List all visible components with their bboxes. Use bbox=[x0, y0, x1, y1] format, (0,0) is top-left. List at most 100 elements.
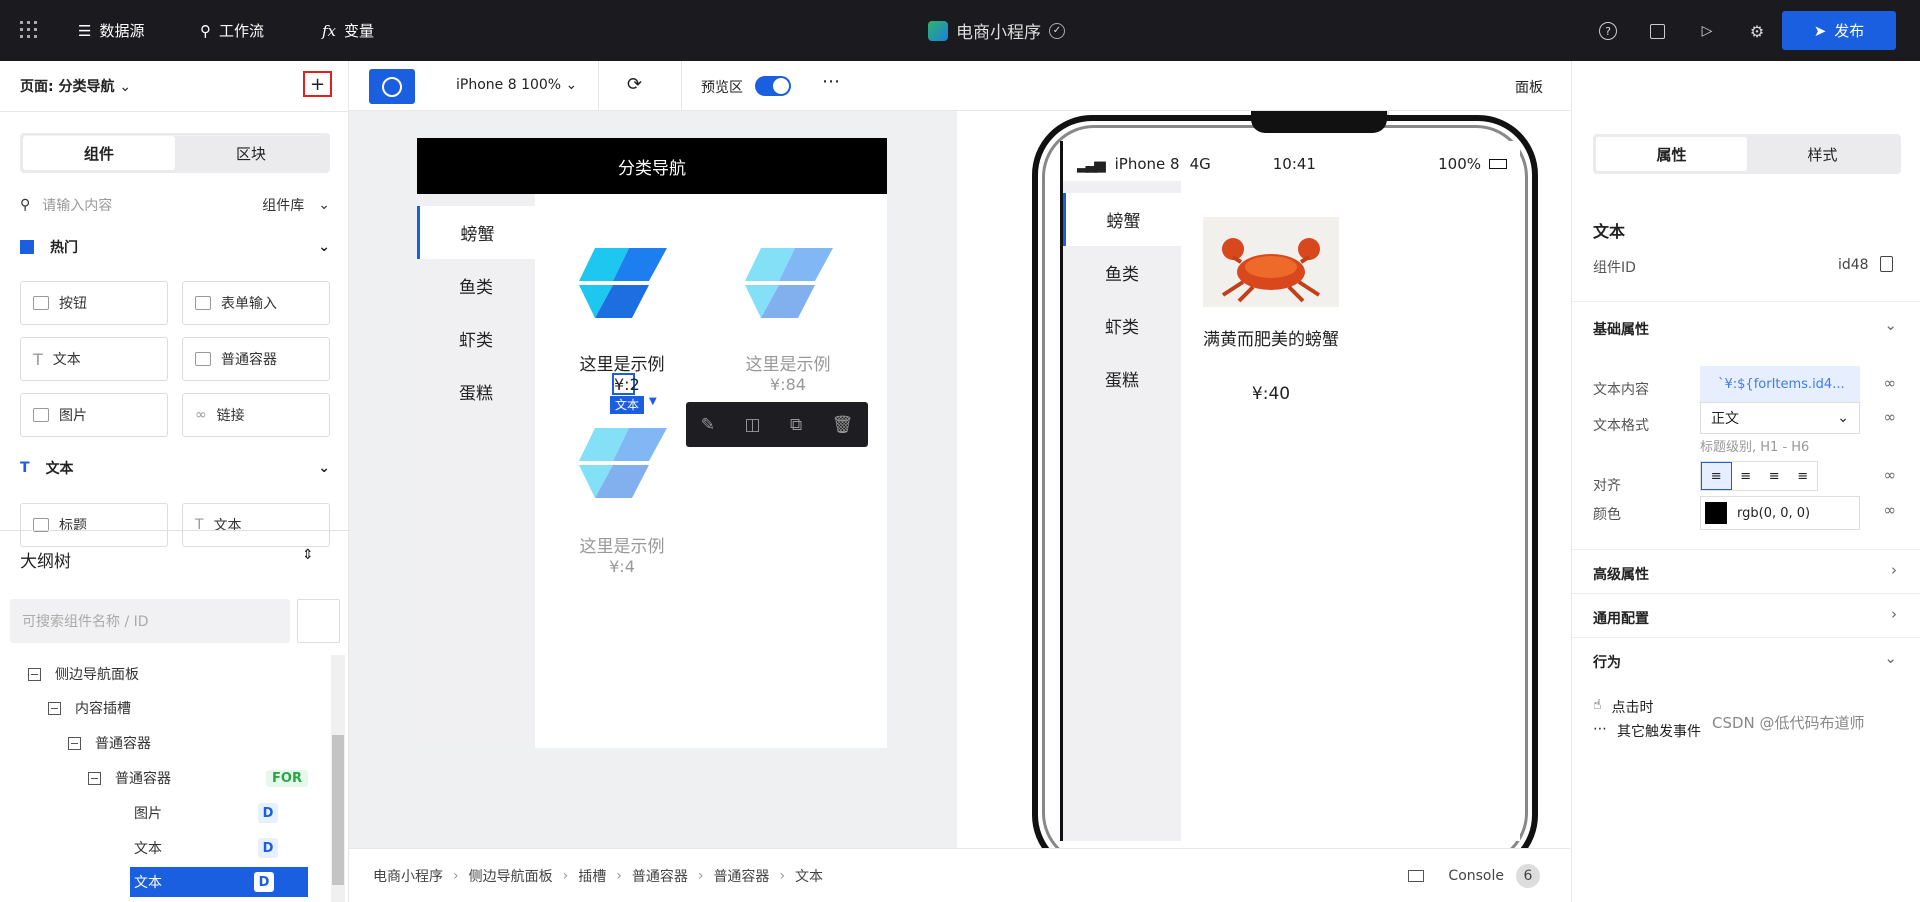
tree-row[interactable]: 内容插槽 bbox=[48, 693, 131, 723]
tree-row[interactable]: 普通容器 FOR bbox=[88, 763, 308, 793]
tree-row[interactable]: 侧边导航面板 bbox=[28, 659, 139, 689]
play-icon[interactable]: ▷ bbox=[1694, 18, 1720, 44]
component-search[interactable]: ⚲ 请输入内容 组件库 ⌄ bbox=[20, 193, 330, 217]
save-icon[interactable]: ◫ bbox=[744, 415, 760, 435]
component-text-2[interactable]: T 文本 bbox=[182, 503, 330, 547]
workflow-icon: ⚲ bbox=[200, 21, 211, 40]
bind-link-icon[interactable]: ∞ bbox=[1884, 501, 1897, 519]
bind-link-icon[interactable]: ∞ bbox=[1884, 374, 1897, 392]
other-events[interactable]: ⋯ 其它触发事件 bbox=[1593, 721, 1701, 741]
basic-props-header[interactable]: 基础属性 ⌄ bbox=[1572, 301, 1920, 351]
component-container[interactable]: 普通容器 bbox=[182, 337, 330, 381]
add-page-button[interactable]: + bbox=[303, 71, 332, 97]
category-item[interactable]: 蛋糕 bbox=[417, 365, 535, 418]
category-item[interactable]: 鱼类 bbox=[417, 259, 535, 312]
component-link[interactable]: ∞ 链接 bbox=[182, 393, 330, 437]
chevron-right-icon: › bbox=[1891, 605, 1897, 623]
expand-collapse-icon[interactable]: ⇕ bbox=[302, 547, 314, 563]
tab-properties[interactable]: 属性 bbox=[1596, 137, 1747, 171]
dynamic-badge: D bbox=[254, 872, 274, 892]
chevron-down-icon: ⌄ bbox=[318, 197, 330, 213]
selection-tag[interactable]: 文本 bbox=[610, 396, 644, 414]
device-selector[interactable]: iPhone 8 100% ⌄ bbox=[456, 77, 577, 93]
align-center-icon[interactable]: ≡ bbox=[1732, 462, 1761, 490]
chevron-down-icon[interactable]: ▼ bbox=[649, 396, 657, 407]
help-icon[interactable]: ? bbox=[1595, 18, 1621, 44]
network-text: 4G bbox=[1189, 155, 1211, 173]
app-title-text: 电商小程序 bbox=[956, 23, 1041, 43]
page-selector[interactable]: 页面: 分类导航 ⌄ bbox=[20, 76, 131, 96]
save-icon[interactable] bbox=[1644, 18, 1670, 44]
color-picker[interactable]: rgb(0, 0, 0) bbox=[1700, 496, 1860, 530]
phone-category-item[interactable]: 虾类 bbox=[1063, 299, 1181, 352]
color-value: rgb(0, 0, 0) bbox=[1737, 505, 1811, 521]
component-image[interactable]: 图片 bbox=[20, 393, 168, 437]
search-input[interactable]: 请输入内容 bbox=[42, 195, 262, 215]
product-title: 这里是示例 bbox=[579, 537, 665, 557]
component-button[interactable]: 按钮 bbox=[20, 281, 168, 325]
breadcrumb-item[interactable]: 侧边导航面板 bbox=[469, 866, 553, 886]
miniprogram-button[interactable] bbox=[369, 69, 415, 104]
more-icon[interactable]: ⋯ bbox=[822, 71, 840, 92]
category-item[interactable]: 螃蟹 bbox=[417, 206, 535, 259]
breadcrumb-item[interactable]: 电商小程序 bbox=[373, 866, 443, 886]
console-icon[interactable] bbox=[1408, 869, 1425, 882]
datasource-nav[interactable]: ☰ 数据源 bbox=[78, 0, 144, 61]
hot-section-header[interactable]: 热门 ⌄ bbox=[20, 237, 330, 257]
delete-icon[interactable]: 🗑 bbox=[832, 415, 854, 435]
debug-icon[interactable]: ⚙ bbox=[1744, 18, 1770, 44]
tree-row[interactable]: 文本 D bbox=[134, 833, 278, 863]
align-left-icon[interactable]: ≡ bbox=[1701, 462, 1732, 490]
breadcrumb-item[interactable]: 普通容器 bbox=[713, 866, 769, 886]
apps-grid-icon[interactable] bbox=[20, 21, 38, 39]
tab-components[interactable]: 组件 bbox=[23, 136, 175, 170]
edit-icon[interactable]: ✎ bbox=[701, 415, 715, 435]
console-button[interactable]: Console bbox=[1448, 868, 1504, 884]
advanced-props-header[interactable]: 高级属性 › bbox=[1572, 549, 1920, 593]
breadcrumb-item[interactable]: 插槽 bbox=[578, 866, 606, 886]
tab-styles[interactable]: 样式 bbox=[1747, 137, 1898, 171]
check-circle-icon: ✓ bbox=[1049, 22, 1065, 39]
phone-category-sidebar: 螃蟹 鱼类 虾类 蛋糕 bbox=[1063, 181, 1181, 841]
breadcrumb-item[interactable]: 文本 bbox=[795, 866, 823, 886]
text-format-select[interactable]: 正文 ⌄ bbox=[1700, 402, 1860, 434]
copy-icon[interactable]: ⧉ bbox=[790, 415, 802, 435]
breadcrumb-item[interactable]: 普通容器 bbox=[632, 866, 688, 886]
tree-row-selected[interactable]: 文本 D bbox=[130, 867, 308, 897]
preview-toggle[interactable] bbox=[755, 76, 791, 96]
component-heading[interactable]: 标题 bbox=[20, 503, 168, 547]
category-item[interactable]: 虾类 bbox=[417, 312, 535, 365]
text-content-input[interactable]: `¥:${forItems.id4... bbox=[1700, 366, 1860, 402]
tab-blocks[interactable]: 区块 bbox=[175, 136, 327, 170]
tree-scrollbar[interactable] bbox=[331, 655, 345, 902]
publish-button[interactable]: ➤ 发布 bbox=[1782, 11, 1896, 50]
variables-nav[interactable]: fx 变量 bbox=[322, 0, 374, 61]
outline-search-input[interactable]: 可搜索组件名称 / ID bbox=[10, 599, 290, 643]
align-right-icon[interactable]: ≡ bbox=[1760, 462, 1789, 490]
bind-link-icon[interactable]: ∞ bbox=[1884, 408, 1897, 426]
product-price-selected[interactable]: ¥:2 bbox=[612, 373, 640, 395]
component-form-input[interactable]: 表单输入 bbox=[182, 281, 330, 325]
phone-category-item[interactable]: 蛋糕 bbox=[1063, 352, 1181, 405]
tree-row[interactable]: 普通容器 bbox=[68, 728, 151, 758]
panel-button[interactable]: 面板 bbox=[1515, 77, 1543, 97]
phone-category-item[interactable]: 鱼类 bbox=[1063, 246, 1181, 299]
phone-product-price: ¥:40 bbox=[1251, 384, 1291, 404]
workflow-nav[interactable]: ⚲ 工作流 bbox=[200, 0, 264, 61]
library-dropdown[interactable]: 组件库 bbox=[262, 195, 304, 215]
general-config-header[interactable]: 通用配置 › bbox=[1572, 593, 1920, 637]
outline-stepper[interactable] bbox=[297, 599, 340, 643]
container-icon bbox=[195, 352, 211, 366]
copy-icon[interactable] bbox=[1880, 256, 1893, 272]
align-justify-icon[interactable]: ≡ bbox=[1789, 462, 1818, 490]
tree-row[interactable]: 图片 D bbox=[134, 798, 278, 828]
refresh-icon[interactable]: ⟳ bbox=[627, 74, 642, 95]
behavior-header[interactable]: 行为 ⌄ bbox=[1572, 637, 1920, 681]
color-swatch[interactable] bbox=[1705, 502, 1727, 524]
text-section-header[interactable]: T 文本 ⌄ bbox=[20, 458, 330, 478]
chevron-down-icon: ⌄ bbox=[1884, 649, 1897, 667]
component-text[interactable]: T 文本 bbox=[20, 337, 168, 381]
bind-link-icon[interactable]: ∞ bbox=[1884, 466, 1897, 484]
phone-category-item[interactable]: 螃蟹 bbox=[1063, 193, 1181, 246]
on-click-event[interactable]: ☝ 点击时 bbox=[1593, 697, 1654, 717]
